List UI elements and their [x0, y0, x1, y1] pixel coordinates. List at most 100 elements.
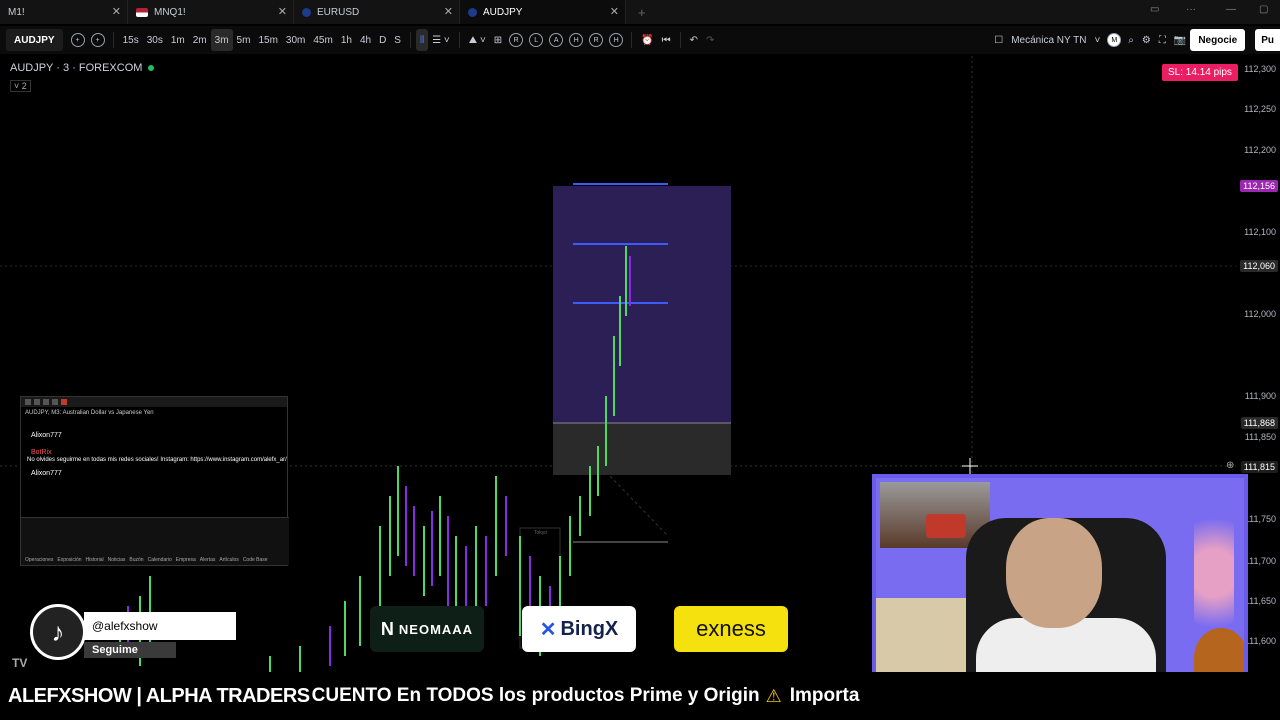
timeframe-2m[interactable]: 2m [189, 29, 211, 51]
timeframe-s[interactable]: S [390, 29, 405, 51]
layout-name[interactable]: Mecánica NY TN [1007, 29, 1090, 51]
close-icon[interactable]: ✕ [610, 5, 619, 18]
replay-icon[interactable]: ⏮ [658, 29, 675, 51]
timeframe-1m[interactable]: 1m [167, 29, 189, 51]
currency-pair-icon [468, 7, 477, 17]
mini-tab: Buzón [129, 557, 144, 563]
tab-label: EURUSD [317, 6, 360, 18]
tab-eurusd[interactable]: EURUSD ✕ [294, 0, 460, 24]
position-stop-zone [553, 423, 731, 475]
webcam-person-head [1006, 518, 1102, 628]
ticker-message: Importa [789, 685, 860, 706]
bingx-icon: ✕ [539, 618, 557, 641]
news-ticker: ALEFXSHOW | ALPHA TRADERS CUENTO En TODO… [0, 672, 1280, 720]
close-icon[interactable]: ✕ [278, 5, 287, 18]
minimize-icon[interactable]: — [1226, 4, 1236, 15]
mini-tab: Artículos [219, 557, 239, 563]
templates-icon[interactable]: ⊞ [490, 29, 506, 51]
candles-icon[interactable]: ⫴ [415, 29, 429, 51]
mini-tab: Operaciones [25, 557, 54, 563]
trade-button[interactable]: Negocie [1190, 29, 1246, 51]
mini-tool-icon [34, 399, 40, 405]
replay-h-icon[interactable]: H [569, 33, 584, 47]
timeframe-30s[interactable]: 30s [143, 29, 167, 51]
tab-m1[interactable]: M1! ✕ [0, 0, 128, 24]
ticker-message: CUENTO En TODOS los productos Prime y Or… [311, 685, 760, 706]
layout-checkbox-icon[interactable]: ☐ [990, 29, 1007, 51]
timeframe-15s[interactable]: 15s [119, 29, 143, 51]
warning-icon: ⚠ [765, 685, 782, 706]
mini-tab: Calendario [147, 557, 172, 563]
mini-tab: Code Base [242, 557, 268, 563]
symbol-search-button[interactable]: AUDJPY [6, 29, 63, 51]
sponsor-exness-logo: exness [674, 606, 788, 652]
maximize-icon[interactable]: ▢ [1259, 4, 1268, 15]
chart-toolbar: AUDJPY + + 15s 30s 1m 2m 3m 5m 15m 30m 4… [0, 26, 1280, 54]
redo-icon[interactable]: ↷ [702, 29, 718, 51]
webcam-plant [1194, 498, 1234, 648]
layout-icon[interactable]: ▭ [1150, 4, 1159, 15]
price-label: 111,650 [1244, 596, 1276, 606]
timeframe-5m[interactable]: 5m [233, 29, 255, 51]
price-label: 111,900 [1244, 391, 1276, 401]
close-icon[interactable]: ✕ [112, 5, 121, 18]
fullscreen-icon[interactable]: ⛶ [1155, 29, 1170, 51]
timeframe-15m[interactable]: 15m [254, 29, 281, 51]
ticker-brand: ALEFXSHOW | ALPHA TRADERS [8, 684, 310, 707]
price-label: 111,600 [1244, 636, 1276, 646]
publish-button[interactable]: Pu [1255, 29, 1280, 51]
divider [631, 32, 633, 48]
bingx-label: BingX [560, 617, 619, 640]
chevron-down-icon[interactable]: ˅ [1090, 29, 1104, 51]
price-label: 112,200 [1244, 145, 1276, 155]
replay-a-icon[interactable]: A [549, 33, 564, 47]
chat-username: Alixon777 [31, 432, 62, 439]
us-flag-icon [136, 7, 148, 17]
undo-icon[interactable]: ↶ [686, 29, 702, 51]
camera-icon[interactable]: 📷 [1170, 29, 1190, 51]
indicators-icon[interactable]: ☰ ˅ [428, 29, 454, 51]
replay-r2-icon[interactable]: R [589, 33, 604, 47]
tab-mnq1[interactable]: MNQ1! ✕ [128, 0, 294, 24]
replay-l-icon[interactable]: L [529, 33, 544, 47]
tab-label: MNQ1! [154, 6, 186, 18]
follow-label: Seguime [84, 642, 176, 658]
compare-icon[interactable]: + [70, 33, 85, 47]
avatar[interactable]: M [1107, 33, 1122, 47]
tab-bar: M1! ✕ MNQ1! ✕ EURUSD ✕ AUDJPY ✕ + ▭ ··· … [0, 0, 1280, 24]
price-label: 111,700 [1244, 556, 1276, 566]
timeframe-1h[interactable]: 1h [337, 29, 356, 51]
timeframe-d[interactable]: D [375, 29, 390, 51]
replay-r-icon[interactable]: R [509, 33, 524, 47]
price-tag-current: 112,060 [1240, 260, 1278, 272]
price-label: 111,750 [1244, 514, 1276, 524]
mini-chart-header: AUDJPY, M3: Australian Dollar vs Japanes… [25, 410, 154, 416]
price-tag-cursor: 111,815 [1240, 461, 1278, 473]
timeframe-3m[interactable]: 3m [210, 29, 233, 51]
tiktok-icon: ♪ [30, 604, 86, 660]
mini-tool-icon [25, 399, 31, 405]
add-alert-icon[interactable]: ⊕ [1226, 460, 1234, 471]
alert-icon[interactable]: ⏰ [637, 29, 657, 51]
tradingview-logo-icon: TV [12, 656, 28, 670]
sponsor-neomaaa-logo: N NEOMAAA [370, 606, 484, 652]
divider [458, 32, 460, 48]
settings-icon[interactable]: ⚙ [1138, 29, 1155, 51]
price-label: 112,000 [1244, 309, 1276, 319]
chart-type-icon[interactable]: ⛰ ˅ [465, 29, 490, 51]
position-target-zone [553, 186, 731, 423]
more-icon[interactable]: ··· [1186, 4, 1196, 15]
timeframe-45m[interactable]: 45m [309, 29, 336, 51]
add-tab-icon[interactable]: + [638, 5, 646, 20]
tab-audjpy[interactable]: AUDJPY ✕ [460, 0, 626, 24]
timeframe-4h[interactable]: 4h [356, 29, 375, 51]
replay-h2-icon[interactable]: H [609, 33, 624, 47]
close-icon[interactable]: ✕ [444, 5, 453, 18]
search-icon[interactable]: ⌕ [1124, 29, 1138, 51]
divider [679, 32, 681, 48]
tab-label: AUDJPY [483, 6, 523, 18]
price-label: 112,250 [1244, 104, 1276, 114]
price-label: 112,100 [1244, 227, 1276, 237]
add-symbol-icon[interactable]: + [90, 33, 105, 47]
timeframe-30m[interactable]: 30m [282, 29, 309, 51]
